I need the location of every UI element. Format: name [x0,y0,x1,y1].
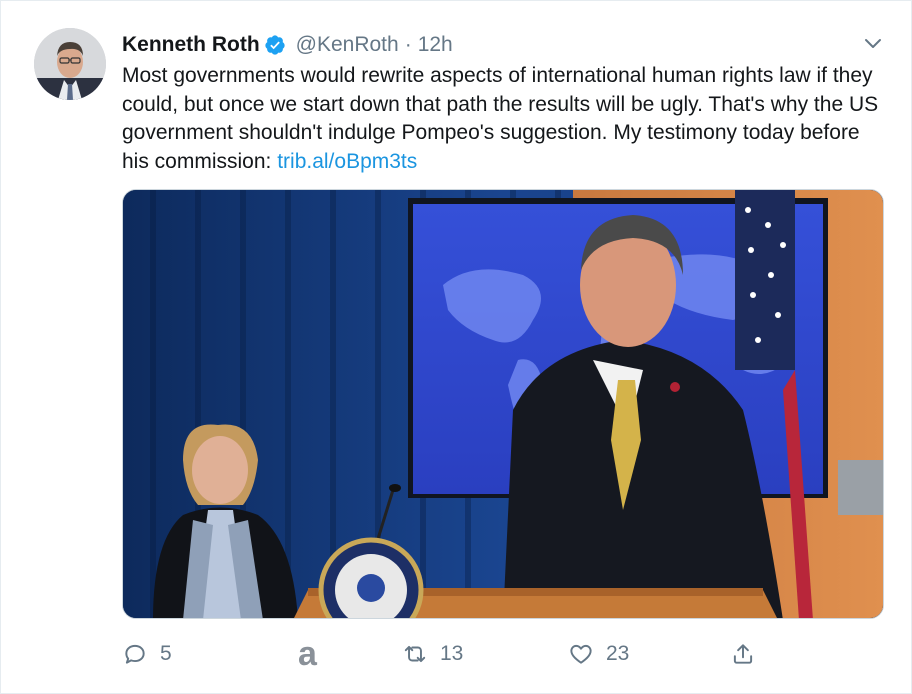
tweet-image[interactable] [122,189,884,619]
retweet-count: 13 [440,642,464,665]
chevron-down-icon[interactable] [863,36,883,52]
reply-icon [125,644,145,664]
tweet-body: Most governments would rewrite aspects o… [122,64,879,173]
extension-a-icon: a [298,635,317,673]
separator-dot: · [404,33,412,56]
author-handle[interactable]: @KenRoth [296,33,399,57]
reply-count: 5 [160,642,172,665]
verified-badge-icon [265,35,285,55]
like-button[interactable]: 23 [568,636,629,672]
avatar[interactable] [34,28,106,100]
action-bar: 5 a 13 23 [122,636,762,672]
retweet-icon [404,645,426,663]
timestamp[interactable]: 12h [418,33,453,57]
tweet-header: Kenneth Roth @KenRoth · 12h [122,30,453,60]
retweet-button[interactable]: 13 [402,636,463,672]
heart-icon [570,644,592,664]
like-count: 23 [606,642,630,665]
reply-button[interactable]: 5 [122,636,172,672]
tweet-card[interactable]: Kenneth Roth @KenRoth · 12h Most governm… [0,0,912,694]
extension-badge-button[interactable]: a [298,636,317,672]
top-divider [1,0,912,1]
share-icon [733,644,753,664]
share-button[interactable] [730,636,756,672]
tweet-text: Most governments would rewrite aspects o… [122,62,892,176]
tweet-link[interactable]: trib.al/oBpm3ts [277,150,417,173]
author-name[interactable]: Kenneth Roth [122,33,260,57]
